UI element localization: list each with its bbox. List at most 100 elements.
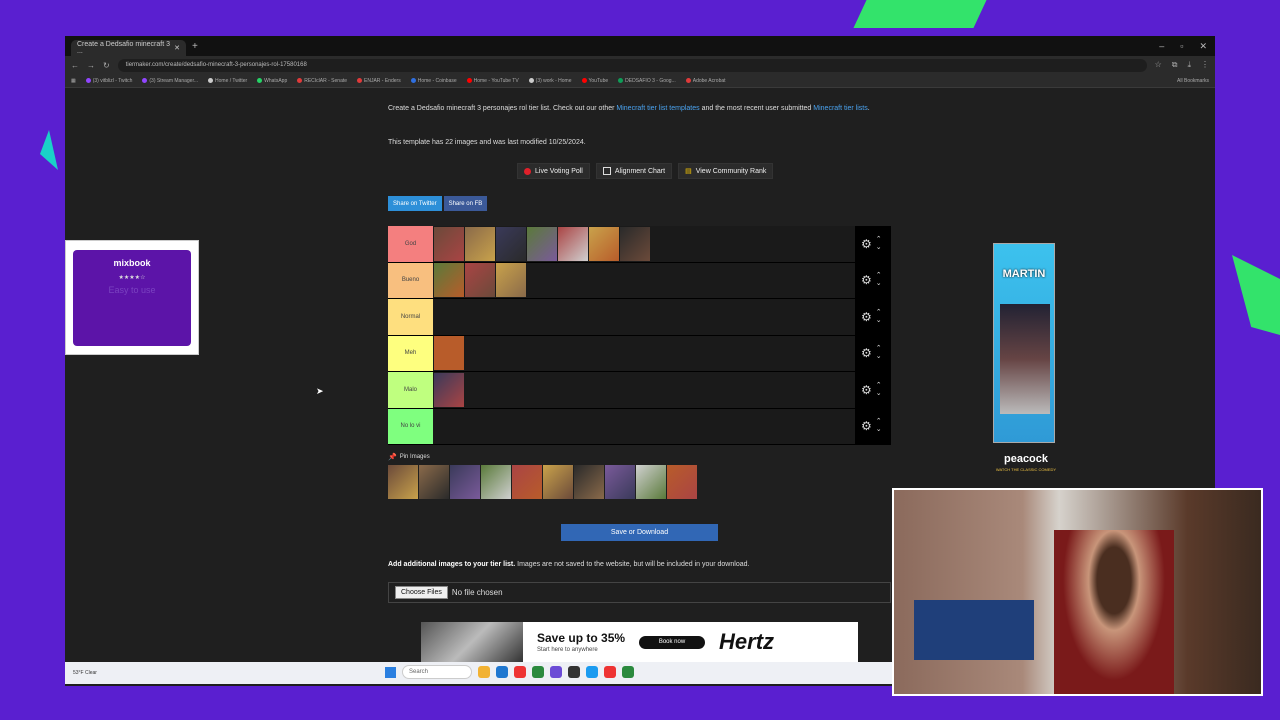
gear-icon[interactable]: ⚙ xyxy=(861,237,872,251)
tier-label[interactable]: God xyxy=(388,226,433,262)
share-twitter-button[interactable]: Share on Twitter xyxy=(388,196,442,211)
move-down-icon[interactable]: ⌄ xyxy=(876,280,882,288)
menu-icon[interactable]: ⋮ xyxy=(1201,60,1209,70)
tier-character-image[interactable] xyxy=(434,336,464,371)
minecraft-lists-link[interactable]: Minecraft tier lists xyxy=(813,105,867,112)
steam-icon[interactable] xyxy=(586,666,598,678)
file-explorer-icon[interactable] xyxy=(478,666,490,678)
tier-character-image[interactable] xyxy=(620,226,650,261)
peacock-ad[interactable]: MARTIN peacock WATCH THE CLASSIC COMEDY xyxy=(991,243,1061,493)
tier-character-image[interactable] xyxy=(465,263,495,298)
pool-character-image[interactable] xyxy=(636,465,666,499)
move-down-icon[interactable]: ⌄ xyxy=(876,317,882,325)
pool-character-image[interactable] xyxy=(450,465,480,499)
move-down-icon[interactable]: ⌄ xyxy=(876,353,882,361)
tier-character-image[interactable] xyxy=(589,226,619,261)
all-bookmarks[interactable]: All Bookmarks xyxy=(1177,78,1209,84)
app-icon[interactable] xyxy=(604,666,616,678)
community-rank-button[interactable]: ▤ View Community Rank xyxy=(678,163,774,179)
bookmark-item[interactable]: Home - YouTube TV xyxy=(466,78,519,84)
bookmark-star-icon[interactable]: ☆ xyxy=(1155,60,1162,70)
tier-label[interactable]: No lo vi xyxy=(388,408,433,444)
pool-character-image[interactable] xyxy=(388,465,418,499)
bookmark-item[interactable]: Home / Twitter xyxy=(208,78,247,84)
tier-character-image[interactable] xyxy=(496,263,526,298)
bookmark-item[interactable]: (3) work - Home xyxy=(528,78,572,84)
taskbar-search[interactable]: Search xyxy=(402,665,472,679)
mixbook-ad[interactable]: mixbook ★★★★☆ Easy to use xyxy=(65,240,199,355)
extensions-icon[interactable]: ⧉ xyxy=(1172,60,1178,70)
discord-icon[interactable] xyxy=(550,666,562,678)
bookmark-item[interactable]: DEDSAFIO 3 - Goog... xyxy=(618,78,676,84)
share-fb-button[interactable]: Share on FB xyxy=(443,196,488,211)
move-down-icon[interactable]: ⌄ xyxy=(876,244,882,252)
tier-character-image[interactable] xyxy=(434,263,464,298)
pool-character-image[interactable] xyxy=(419,465,449,499)
pool-character-image[interactable] xyxy=(605,465,635,499)
url-field[interactable]: tiermaker.com/create/dedsafio-minecraft-… xyxy=(117,58,1147,72)
forward-icon[interactable]: → xyxy=(87,61,95,70)
file-input[interactable]: Choose Files No file chosen xyxy=(388,582,891,603)
gear-icon[interactable]: ⚙ xyxy=(861,419,872,433)
pool-character-image[interactable] xyxy=(667,465,697,499)
move-up-icon[interactable]: ⌃ xyxy=(876,382,882,390)
tier-character-image[interactable] xyxy=(434,372,464,407)
minecraft-templates-link[interactable]: Minecraft tier list templates xyxy=(616,105,699,112)
close-tab-icon[interactable]: ✕ xyxy=(174,44,180,52)
move-down-icon[interactable]: ⌄ xyxy=(876,390,882,398)
obs-icon[interactable] xyxy=(568,666,580,678)
bookmark-item[interactable]: Adobe Acrobat xyxy=(685,78,726,84)
gear-icon[interactable]: ⚙ xyxy=(861,346,872,360)
gear-icon[interactable]: ⚙ xyxy=(861,273,872,287)
weather-widget[interactable]: 53°F Clear xyxy=(65,670,97,676)
alignment-chart-button[interactable]: Alignment Chart xyxy=(595,163,673,179)
back-icon[interactable]: ← xyxy=(71,61,79,70)
move-up-icon[interactable]: ⌃ xyxy=(876,236,882,244)
app-icon[interactable] xyxy=(622,666,634,678)
tier-character-image[interactable] xyxy=(527,226,557,261)
pool-character-image[interactable] xyxy=(543,465,573,499)
pool-character-image[interactable] xyxy=(481,465,511,499)
live-voting-button[interactable]: Live Voting Poll xyxy=(517,163,590,179)
move-up-icon[interactable]: ⌃ xyxy=(876,345,882,353)
maximize-icon[interactable]: ▫ xyxy=(1180,41,1183,52)
bookmark-item[interactable]: WhatsApp xyxy=(257,78,287,84)
hertz-ad[interactable]: Save up to 35% Start here to anywhere Bo… xyxy=(421,622,858,662)
spotify-icon[interactable] xyxy=(532,666,544,678)
browser-tab[interactable]: Create a Dedsafio minecraft 3 ... ✕ xyxy=(71,40,186,56)
tier-label[interactable]: Meh xyxy=(388,335,433,371)
move-down-icon[interactable]: ⌄ xyxy=(876,426,882,434)
move-up-icon[interactable]: ⌃ xyxy=(876,272,882,280)
close-window-icon[interactable]: ✕ xyxy=(1199,41,1207,52)
bookmark-item[interactable]: RECIclAR - Senate xyxy=(297,78,347,84)
gear-icon[interactable]: ⚙ xyxy=(861,310,872,324)
minimize-icon[interactable]: – xyxy=(1159,41,1164,52)
chrome-icon[interactable] xyxy=(514,666,526,678)
reload-icon[interactable]: ↻ xyxy=(103,61,110,70)
download-icon[interactable]: ⤓ xyxy=(1187,60,1191,70)
new-tab-icon[interactable]: + xyxy=(192,41,198,52)
book-now-button[interactable]: Book now xyxy=(639,635,706,649)
windows-start-icon[interactable] xyxy=(385,666,396,678)
move-up-icon[interactable]: ⌃ xyxy=(876,309,882,317)
bookmark-item[interactable]: (3) vitblizl - Twitch xyxy=(85,78,132,84)
choose-files-button[interactable]: Choose Files xyxy=(395,586,448,599)
bookmark-item[interactable]: Home - Coinbase xyxy=(410,78,457,84)
bookmark-item[interactable]: ENJAR - Enders xyxy=(357,78,401,84)
pool-character-image[interactable] xyxy=(512,465,542,499)
pool-character-image[interactable] xyxy=(574,465,604,499)
bookmark-item[interactable]: (3) Stream Manager... xyxy=(142,78,198,84)
move-up-icon[interactable]: ⌃ xyxy=(876,418,882,426)
tier-character-image[interactable] xyxy=(558,226,588,261)
edge-icon[interactable] xyxy=(496,666,508,678)
tier-label[interactable]: Malo xyxy=(388,372,433,408)
gear-icon[interactable]: ⚙ xyxy=(861,383,872,397)
tier-label[interactable]: Normal xyxy=(388,299,433,335)
save-download-button[interactable]: Save or Download xyxy=(561,524,718,541)
bookmark-item[interactable]: YouTube xyxy=(581,78,608,84)
tier-character-image[interactable] xyxy=(496,226,526,261)
pin-images[interactable]: 📌 Pin Images xyxy=(388,453,430,461)
tier-label[interactable]: Bueno xyxy=(388,262,433,298)
tier-character-image[interactable] xyxy=(434,226,464,261)
apps-icon[interactable]: ▦ xyxy=(71,78,76,84)
